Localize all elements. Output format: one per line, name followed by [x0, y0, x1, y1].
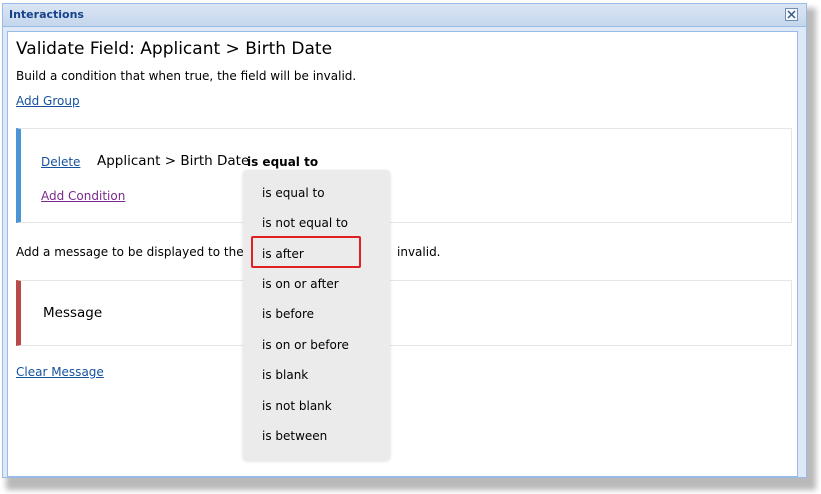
- dialog-title: Interactions: [9, 8, 84, 21]
- description-text: Build a condition that when true, the fi…: [16, 69, 357, 83]
- message-label: Message: [43, 305, 103, 321]
- close-icon: [787, 10, 796, 19]
- dropdown-option[interactable]: is not equal to: [262, 216, 348, 230]
- highlight-annotation-box: [251, 236, 361, 268]
- operator-dropdown-list: is equal to is not equal to is after is …: [243, 170, 390, 460]
- add-group-link[interactable]: Add Group: [16, 94, 80, 108]
- close-button[interactable]: [785, 8, 798, 21]
- delete-condition-link[interactable]: Delete: [41, 155, 80, 169]
- dropdown-option[interactable]: is before: [262, 307, 314, 321]
- dialog-titlebar: Interactions: [3, 4, 806, 27]
- add-condition-link[interactable]: Add Condition: [41, 189, 125, 203]
- clear-message-link[interactable]: Clear Message: [16, 365, 104, 379]
- dropdown-option[interactable]: is on or after: [262, 277, 339, 291]
- dialog-content: Validate Field: Applicant > Birth Date B…: [7, 31, 798, 477]
- dropdown-option[interactable]: is blank: [262, 368, 308, 382]
- page-title: Validate Field: Applicant > Birth Date: [16, 39, 333, 59]
- message-prompt-end: invalid.: [397, 245, 441, 259]
- dropdown-option[interactable]: is between: [262, 429, 327, 443]
- message-panel[interactable]: Message: [16, 280, 792, 346]
- message-prompt-text: Add a message to be displayed to the e in…: [16, 245, 441, 259]
- operator-select[interactable]: is equal to: [247, 155, 318, 169]
- condition-group-panel: Delete Applicant > Birth Date is equal t…: [16, 128, 792, 223]
- dropdown-option[interactable]: is equal to: [262, 186, 325, 200]
- condition-field-name: Applicant > Birth Date: [97, 153, 250, 169]
- interactions-dialog: Interactions Validate Field: Applicant >…: [2, 3, 807, 478]
- message-prompt-start: Add a message to be displayed to the e: [16, 245, 255, 259]
- dropdown-option[interactable]: is not blank: [262, 399, 332, 413]
- dropdown-option[interactable]: is on or before: [262, 338, 349, 352]
